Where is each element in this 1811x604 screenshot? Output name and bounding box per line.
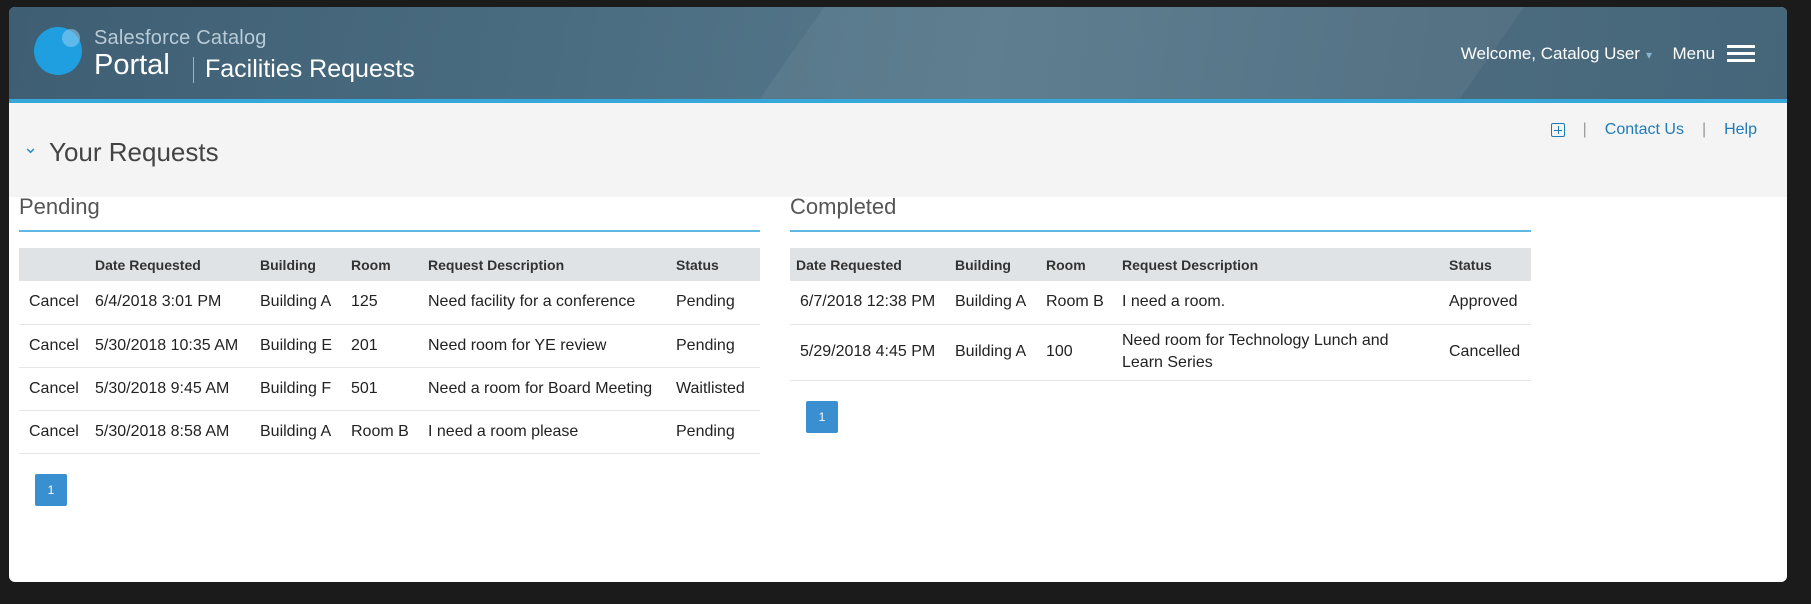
status-cell: Pending (666, 324, 760, 368)
status-cell: Pending (666, 410, 760, 454)
menu-button[interactable]: Menu (1672, 44, 1755, 64)
cancel-link[interactable]: Cancel (19, 367, 85, 411)
room-cell: Room B (1036, 281, 1112, 325)
help-link[interactable]: Help (1724, 121, 1757, 139)
column-header[interactable]: Room (1036, 248, 1112, 281)
expand-icon[interactable] (1550, 123, 1565, 137)
column-header[interactable]: Building (250, 248, 341, 281)
column-header[interactable]: Request Description (1112, 248, 1439, 281)
building-cell: Building A (250, 281, 341, 325)
status-cell: Approved (1439, 281, 1531, 325)
cancel-link[interactable]: Cancel (19, 324, 85, 368)
building-cell: Building A (250, 410, 341, 454)
chevron-down-icon: ▾ (1645, 48, 1652, 62)
room-cell: Room B (341, 410, 418, 454)
building-cell: Building F (250, 367, 341, 411)
pagination-page-button[interactable]: 1 (806, 400, 838, 433)
completed-table: Date Requested Building Room Request Des… (790, 248, 1531, 381)
brand-title[interactable]: Portal (94, 49, 170, 82)
site-header: Salesforce Catalog Portal Facilities Req… (9, 7, 1787, 103)
room-cell: 125 (341, 281, 418, 325)
column-header[interactable]: Request Description (418, 248, 666, 281)
table-row: 5/29/2018 4:45 PM Building A 100 Need ro… (790, 324, 1531, 381)
table-row: 6/7/2018 12:38 PM Building A Room B I ne… (790, 281, 1531, 325)
pending-section: Pending Date Requested Building Room Req… (19, 194, 760, 506)
table-row: Cancel 5/30/2018 9:45 AM Building F 501 … (19, 367, 760, 411)
requests-bar: ⌄ Your Requests | Contact Us | Help (9, 103, 1787, 197)
column-header[interactable]: Building (945, 248, 1036, 281)
menu-label: Menu (1672, 44, 1715, 63)
hamburger-icon (1727, 45, 1755, 63)
user-menu[interactable]: Welcome, Catalog User ▾ (1461, 44, 1652, 64)
column-header[interactable]: Date Requested (790, 248, 945, 281)
room-cell: 100 (1036, 324, 1112, 381)
completed-section: Completed Date Requested Building Room R… (790, 194, 1531, 433)
table-row: Cancel 5/30/2018 8:58 AM Building A Room… (19, 410, 760, 454)
pagination-page-button[interactable]: 1 (35, 473, 67, 506)
date-cell: 5/30/2018 9:45 AM (85, 367, 250, 411)
date-cell: 5/30/2018 8:58 AM (85, 410, 250, 454)
column-header (19, 248, 85, 281)
brand-divider (193, 57, 194, 83)
description-cell: I need a room. (1112, 281, 1439, 325)
pending-table: Date Requested Building Room Request Des… (19, 248, 760, 454)
top-links: | Contact Us | Help (1550, 121, 1757, 139)
building-cell: Building A (945, 324, 1036, 381)
table-header-row: Date Requested Building Room Request Des… (19, 248, 760, 281)
link-separator: | (1701, 121, 1707, 138)
pending-heading: Pending (19, 194, 760, 232)
status-cell: Waitlisted (666, 367, 760, 411)
description-cell: Need a room for Board Meeting (418, 367, 666, 411)
column-header[interactable]: Room (341, 248, 418, 281)
column-header[interactable]: Status (666, 248, 760, 281)
chevron-down-icon[interactable]: ⌄ (23, 137, 38, 158)
salesforce-logo-icon[interactable] (34, 27, 82, 75)
portal-window: Salesforce Catalog Portal Facilities Req… (9, 7, 1787, 582)
status-cell: Cancelled (1439, 324, 1531, 381)
cancel-link[interactable]: Cancel (19, 281, 85, 325)
description-cell: I need a room please (418, 410, 666, 454)
column-header[interactable]: Date Requested (85, 248, 250, 281)
date-cell: 6/4/2018 3:01 PM (85, 281, 250, 325)
room-cell: 501 (341, 367, 418, 411)
page-name: Facilities Requests (205, 55, 415, 83)
date-cell: 5/29/2018 4:45 PM (790, 324, 945, 381)
description-cell: Need room for YE review (418, 324, 666, 368)
room-cell: 201 (341, 324, 418, 368)
date-cell: 6/7/2018 12:38 PM (790, 281, 945, 325)
column-header[interactable]: Status (1439, 248, 1531, 281)
description-cell: Need facility for a conference (418, 281, 666, 325)
table-row: Cancel 6/4/2018 3:01 PM Building A 125 N… (19, 281, 760, 325)
link-separator: | (1582, 121, 1587, 138)
contact-us-link[interactable]: Contact Us (1605, 121, 1684, 139)
brand-subtitle: Salesforce Catalog (94, 27, 267, 49)
table-header-row: Date Requested Building Room Request Des… (790, 248, 1531, 281)
completed-heading: Completed (790, 194, 1531, 232)
description-cell: Need room for Technology Lunch and Learn… (1112, 324, 1439, 381)
building-cell: Building A (945, 281, 1036, 325)
status-cell: Pending (666, 281, 760, 325)
date-cell: 5/30/2018 10:35 AM (85, 324, 250, 368)
page-title: Your Requests (49, 137, 219, 167)
building-cell: Building E (250, 324, 341, 368)
cancel-link[interactable]: Cancel (19, 410, 85, 454)
table-row: Cancel 5/30/2018 10:35 AM Building E 201… (19, 324, 760, 368)
welcome-text: Welcome, Catalog User (1460, 44, 1640, 63)
header-decoration (711, 7, 1567, 99)
